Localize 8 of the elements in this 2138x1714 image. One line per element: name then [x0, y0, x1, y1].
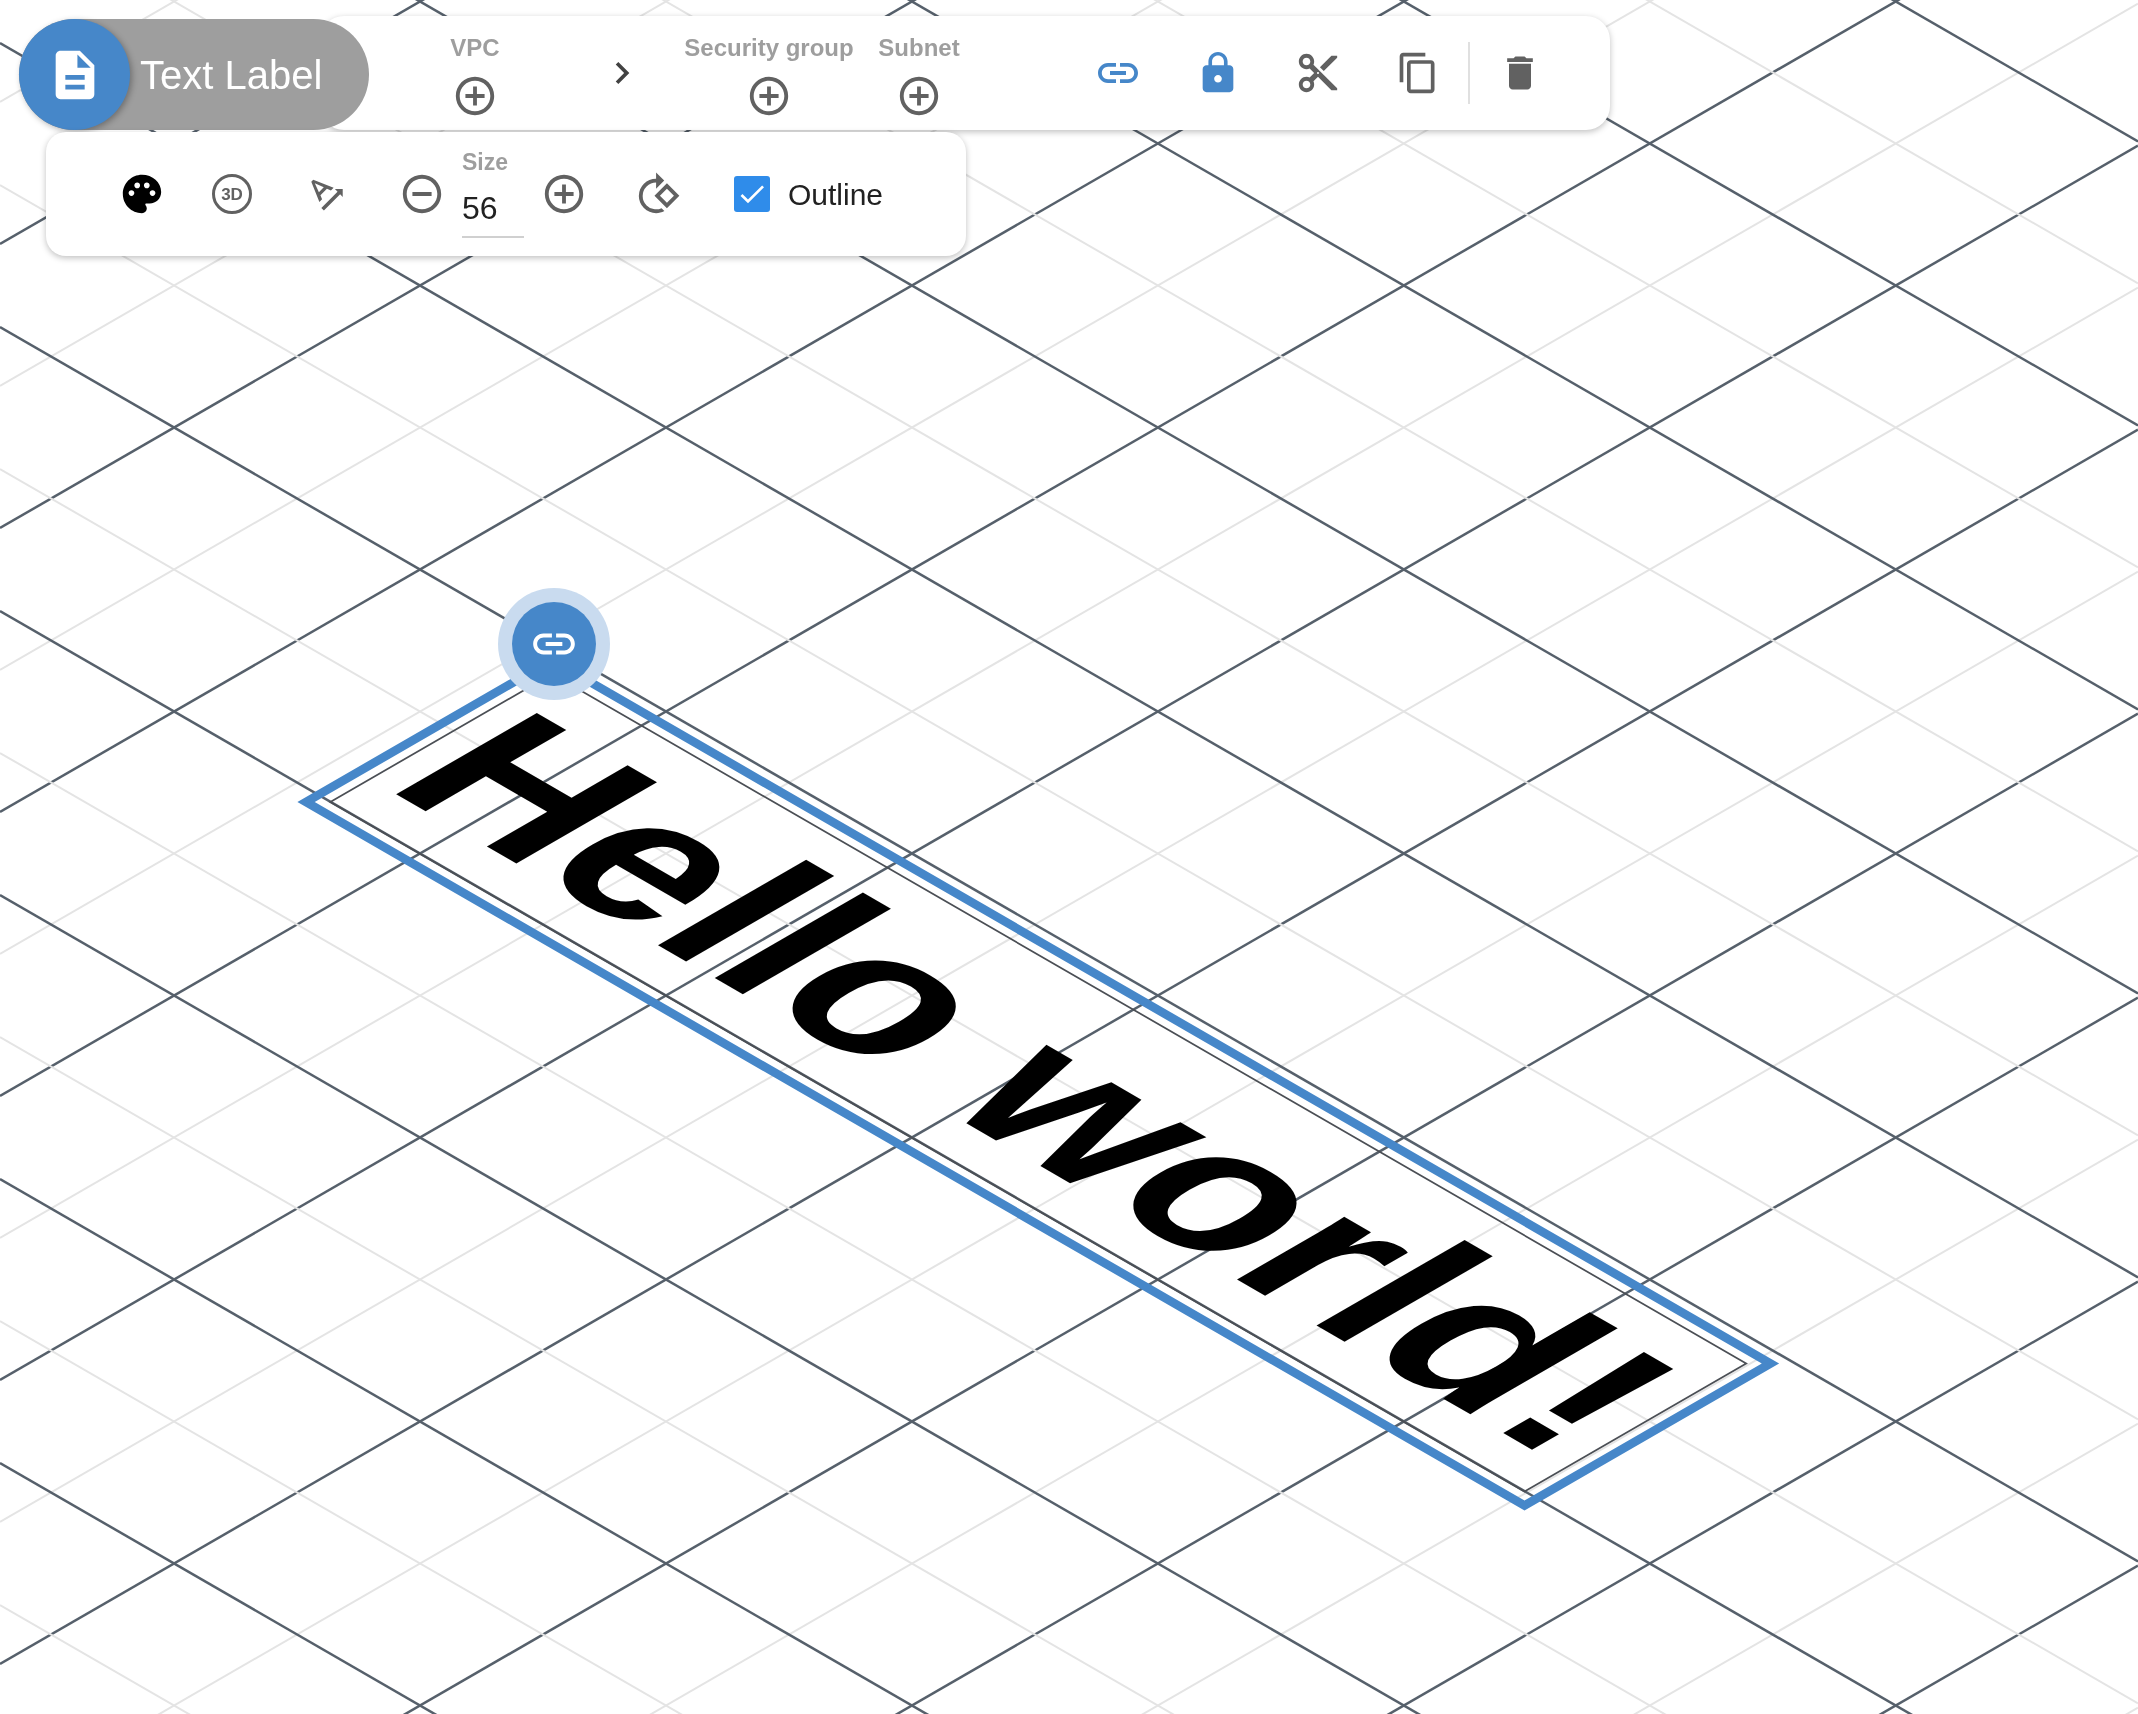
- size-field[interactable]: 56: [462, 183, 524, 238]
- breadcrumb-label: VPC: [450, 33, 500, 63]
- breadcrumb-label: Subnet: [878, 33, 960, 63]
- node-title: Text Label: [140, 51, 323, 99]
- outline-label: Outline: [788, 176, 884, 213]
- breadcrumb-label: Security group: [684, 33, 854, 63]
- view-3d-button[interactable]: 3D: [212, 174, 252, 214]
- size-label: Size: [462, 150, 510, 174]
